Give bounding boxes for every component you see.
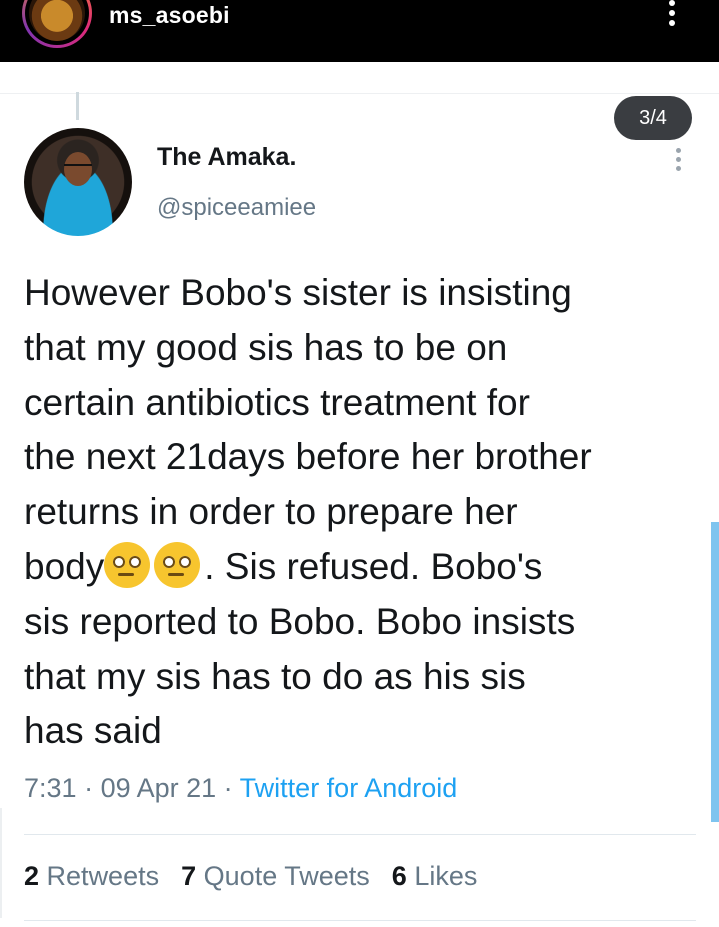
- tweet-text-line: certain antibiotics treatment for: [24, 381, 530, 423]
- profile-avatar[interactable]: [22, 0, 92, 48]
- tweet-body: However Bobo's sister is insisting that …: [24, 266, 704, 759]
- instagram-username[interactable]: ms_asoebi: [109, 2, 230, 29]
- tweet-text-line: sis reported to Bobo. Bobo insists: [24, 600, 576, 642]
- left-edge-decoration: [0, 808, 14, 918]
- tweet-source-link[interactable]: Twitter for Android: [240, 773, 458, 803]
- tweet-text-line: However Bobo's sister is insisting: [24, 272, 572, 313]
- tweet-date: 09 Apr 21: [100, 773, 217, 803]
- more-vertical-icon[interactable]: [664, 0, 680, 28]
- quote-tweets-stat[interactable]: 7 Quote Tweets: [181, 861, 370, 891]
- top-divider: [0, 93, 719, 94]
- avatar-ring-inner: [25, 0, 89, 45]
- tweet-metadata: 7:31 · 09 Apr 21 · Twitter for Android: [24, 773, 457, 804]
- tweet-author-name[interactable]: The Amaka.: [157, 143, 296, 172]
- tweet-stats: 2 Retweets 7 Quote Tweets 6 Likes: [24, 861, 499, 892]
- avatar-image: [29, 0, 85, 41]
- meta-separator: ·: [216, 773, 240, 803]
- tweet-screenshot: 3/4 The Amaka. @spiceeamiee However Bobo…: [0, 62, 719, 927]
- avatar-glasses: [64, 164, 92, 172]
- tweet-text-line-with-emoji: body . Sis refused. Bobo's: [24, 540, 704, 595]
- tweet-author-avatar[interactable]: [24, 128, 132, 236]
- tweet-text-line: the next 21days before her brother: [24, 436, 592, 478]
- quote-tweets-label: Quote Tweets: [203, 861, 370, 891]
- likes-label: Likes: [414, 861, 478, 891]
- tweet-time: 7:31: [24, 773, 77, 803]
- tweet-text-fragment: . Sis refused. Bobo's: [204, 545, 543, 587]
- stats-divider: [24, 834, 696, 835]
- face-with-rolling-eyes-emoji: [104, 541, 151, 588]
- likes-stat[interactable]: 6 Likes: [392, 861, 478, 891]
- tweet-text-line: that my sis has to do as his sis: [24, 655, 526, 697]
- retweets-label: Retweets: [46, 861, 160, 891]
- bottom-divider: [24, 920, 696, 921]
- tweet-text-line: that my good sis has to be on: [24, 326, 508, 368]
- tweet-text-line: has said: [24, 710, 162, 752]
- tweet-text-line: returns in order to prepare her: [24, 491, 518, 533]
- instagram-header: ms_asoebi: [0, 0, 719, 62]
- retweets-count: 2: [24, 861, 40, 891]
- tweet-text-fragment: body: [24, 545, 105, 587]
- quote-tweets-count: 7: [181, 861, 197, 891]
- carousel-counter-badge: 3/4: [614, 96, 692, 140]
- tweet-more-icon[interactable]: [672, 148, 686, 174]
- tweet-author-handle[interactable]: @spiceeamiee: [157, 194, 316, 222]
- thread-connector-line: [76, 92, 79, 120]
- meta-separator: ·: [76, 773, 101, 803]
- retweets-stat[interactable]: 2 Retweets: [24, 861, 159, 891]
- likes-count: 6: [391, 861, 407, 891]
- face-with-rolling-eyes-emoji: [154, 541, 201, 588]
- side-scroll-indicator: [711, 522, 719, 822]
